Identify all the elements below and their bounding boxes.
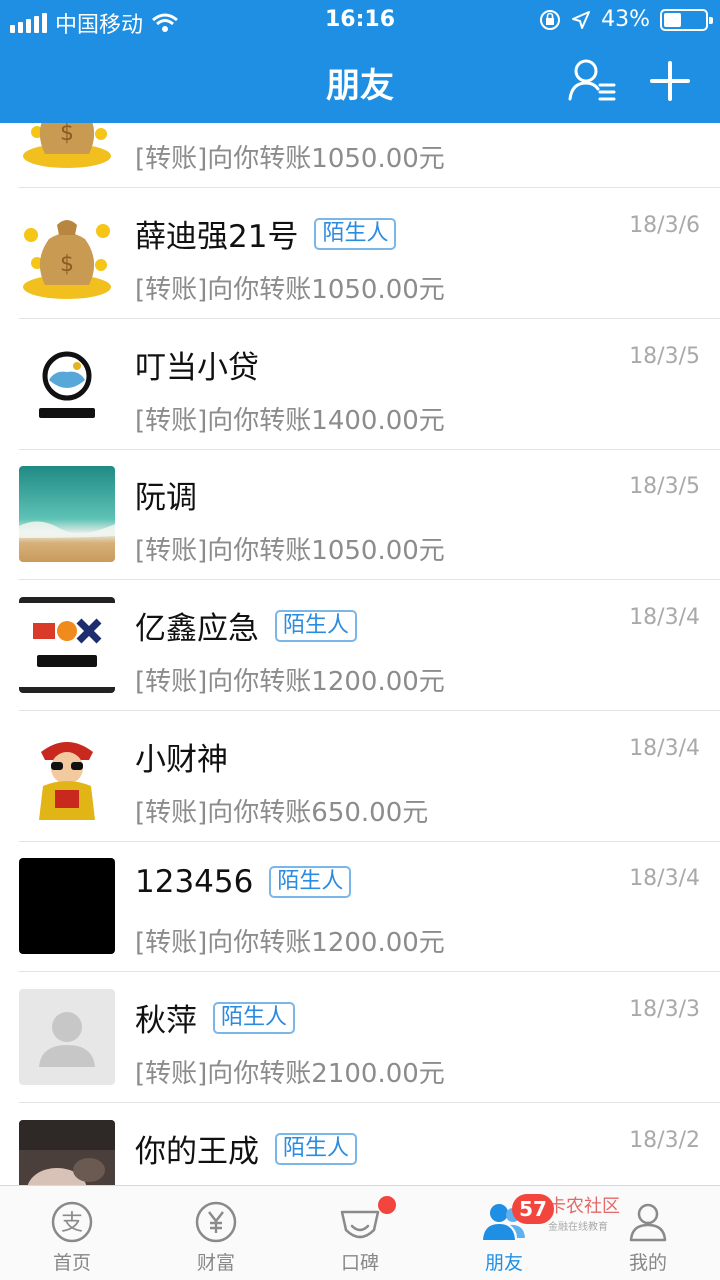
svg-text:$: $ [60,252,74,277]
tab-wealth-label: 财富 [196,1252,235,1274]
contact-name-line: 叮当小贷 [135,342,259,387]
conversation-row[interactable]: 亿鑫应急 陌生人 [转账]向你转账1200.00元 18/3/4 [0,580,720,711]
message-date: 18/3/4 [629,866,700,891]
avatar[interactable] [19,336,115,432]
top-bar: 中国移动 16:16 43% 朋友 [0,0,720,123]
conversation-row[interactable]: 叮当小贷 [转账]向你转账1400.00元 18/3/5 [0,319,720,450]
message-date: 18/3/2 [629,1128,700,1153]
message-date: 18/3/4 [629,605,700,630]
contact-name-line: 123456 陌生人 [135,864,352,900]
tab-wealth[interactable]: 财富 [144,1186,288,1280]
avatar[interactable] [19,989,115,1085]
message-date: 18/3/5 [629,474,700,499]
contact-name: 秋萍 [135,1003,197,1039]
koubei-notification-dot [378,1196,396,1214]
message-date: 18/3/3 [629,997,700,1022]
message-date: 18/3/5 [629,344,700,369]
tab-koubei-label: 口碑 [340,1252,379,1274]
battery-percent: 43% [601,7,650,32]
stranger-tag: 陌生人 [314,217,397,250]
contacts-list-icon[interactable] [566,55,618,107]
orientation-lock-icon [540,9,561,30]
last-message: [转账]向你转账1400.00元 [135,406,445,436]
last-message: [转账]向你转账1050.00元 [135,144,445,174]
last-message: [转账]向你转账1050.00元 [135,275,445,305]
contact-name-line: 薛迪强21号 陌生人 [135,211,397,256]
message-date: 18/3/4 [629,736,700,761]
conversation-row[interactable]: 你的王成陌生人[转账]向你转账18/3/2 [0,1103,720,1185]
tab-profile-label: 我的 [628,1252,667,1274]
contact-name-line: 亿鑫应急 陌生人 [135,603,358,648]
contact-name: 亿鑫应急 [135,611,259,647]
last-message: [转账]向你转账650.00元 [135,798,429,828]
battery-icon [660,8,713,31]
last-message: [转账]向你转账2100.00元 [135,1059,445,1089]
tab-friends-label: 朋友 [484,1252,523,1274]
conversation-row[interactable]: $ 薛迪强21号 陌生人 [转账]向你转账1050.00元 18/3/6 [0,188,720,319]
avatar[interactable]: $ [19,123,115,170]
status-bar: 中国移动 16:16 43% [0,0,720,40]
conversation-row[interactable]: 秋萍 陌生人 [转账]向你转账2100.00元 18/3/3 [0,972,720,1103]
avatar[interactable] [19,728,115,824]
contact-name: 叮当小贷 [135,350,259,386]
contact-name: 你的王成 [135,1134,259,1170]
tab-home[interactable]: 支 首页 [0,1186,144,1280]
conversation-row[interactable]: 阮调 [转账]向你转账1050.00元 18/3/5 [0,449,720,580]
contact-name: 小财神 [135,742,228,778]
alipay-icon: 支 [51,1201,93,1243]
watermark-subtext: 金融在线教育 [548,1222,608,1233]
stranger-tag: 陌生人 [275,609,358,642]
conversation-row[interactable]: 小财神 [转账]向你转账650.00元 18/3/4 [0,711,720,842]
last-message: [转账]向你转账1050.00元 [135,536,445,566]
contact-name-line: 小财神 [135,734,228,779]
message-date: 18/3/6 [629,213,700,238]
avatar[interactable] [19,466,115,562]
avatar[interactable]: $ [19,205,115,301]
svg-text:支: 支 [61,1211,83,1236]
avatar[interactable] [19,858,115,954]
location-arrow-icon [572,10,591,29]
tab-koubei[interactable]: 口碑 [288,1186,432,1280]
stranger-tag: 陌生人 [275,1132,358,1165]
conversation-row[interactable]: 123456 陌生人 [转账]向你转账1200.00元 18/3/4 [0,841,720,972]
plus-icon[interactable] [644,55,696,107]
tab-home-label: 首页 [52,1252,91,1274]
avatar[interactable] [19,597,115,693]
yuan-icon [195,1201,237,1243]
contact-name: 薛迪强21号 [135,219,299,255]
stranger-tag: 陌生人 [269,866,352,898]
contact-name-line: 你的王成 陌生人 [135,1126,358,1171]
stranger-tag: 陌生人 [213,1001,296,1034]
contact-name-line: 秋萍 陌生人 [135,995,296,1040]
last-message: [转账]向你转账1200.00元 [135,928,445,958]
watermark-text: 卡农社区 [548,1196,620,1217]
contact-name: 123456 [135,864,254,900]
contact-name: 阮调 [135,480,197,516]
avatar[interactable] [19,1120,115,1185]
koubei-icon [340,1210,380,1239]
svg-text:$: $ [60,123,74,146]
last-message: [转账]向你转账1200.00元 [135,667,445,697]
watermark: 卡农社区 金融在线教育 [548,1192,668,1233]
conversation-list[interactable]: $ [转账]向你转账1050.00元 $ 薛迪强21号 陌生人 [转账]向你转账1050.… [0,123,720,1185]
contact-name-line: 阮调 [135,472,197,517]
conversation-row[interactable]: $ [转账]向你转账1050.00元 [0,123,720,188]
